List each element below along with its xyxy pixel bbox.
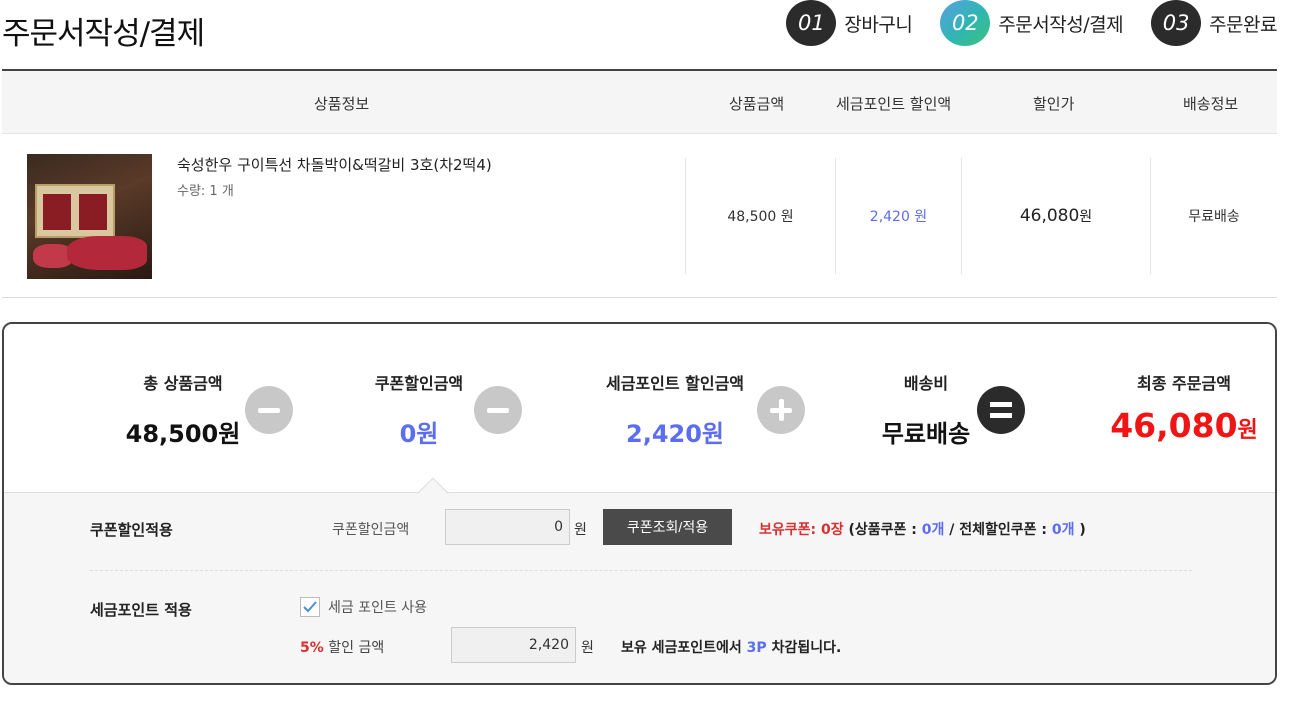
point-unit: 원 bbox=[581, 640, 594, 656]
step-label: 장바구니 bbox=[844, 13, 913, 36]
payment-summary: 총 상품금액 48,500원 쿠폰할인금액 0원 세금포인트 할인금액 2,42… bbox=[2, 322, 1277, 685]
point-pct: 5% bbox=[300, 640, 324, 656]
product-shipping: 무료배송 bbox=[1150, 158, 1277, 274]
summary-final: 최종 주문금액 46,080원 bbox=[1094, 370, 1274, 445]
summary-shipping-label: 배송비 bbox=[903, 374, 949, 393]
plus-icon bbox=[757, 386, 805, 434]
owned-coupon-label: 보유쿠폰: bbox=[759, 522, 817, 538]
step-number: 02 bbox=[940, 0, 991, 46]
header-product-info: 상품정보 bbox=[314, 95, 370, 113]
summary-totals: 총 상품금액 48,500원 쿠폰할인금액 0원 세금포인트 할인금액 2,42… bbox=[4, 324, 1275, 493]
sale-price-unit: 원 bbox=[1079, 209, 1093, 225]
summary-point-label: 세금포인트 할인금액 bbox=[605, 374, 745, 393]
summary-point-value: 2,420원 bbox=[626, 420, 724, 448]
summary-final-label: 최종 주문금액 bbox=[1137, 374, 1231, 393]
all-coupon-count: 0개 bbox=[1051, 522, 1075, 538]
table-header: 상품정보 상품금액 세금포인트 할인액 할인가 배송정보 bbox=[2, 71, 1277, 134]
coupon-unit: 원 bbox=[574, 522, 587, 538]
sale-price-value: 46,080 bbox=[1019, 206, 1080, 226]
minus-icon bbox=[245, 386, 293, 434]
point-deduct-note: 보유 세금포인트에서 3P 차감됩니다. bbox=[621, 637, 841, 657]
coupon-detail-sep: / 전체할인쿠폰 : bbox=[949, 522, 1048, 538]
point-use-label: 세금 포인트 사용 bbox=[328, 600, 428, 616]
equals-icon bbox=[977, 386, 1025, 434]
step-cart: 01 장바구니 bbox=[786, 0, 913, 46]
header-shipping: 배송정보 bbox=[1183, 95, 1239, 113]
discount-options: 쿠폰할인적용 쿠폰할인금액 0 원 쿠폰조회/적용 보유쿠폰: 0장 (상품쿠폰… bbox=[4, 477, 1275, 683]
minus-icon bbox=[474, 386, 522, 434]
point-pct-label: 5% 할인 금액 bbox=[300, 637, 384, 657]
product-coupon-count: 0개 bbox=[921, 522, 945, 538]
header-price: 상품금액 bbox=[729, 95, 785, 113]
point-amount-input[interactable]: 2,420 bbox=[451, 627, 576, 663]
step-order-form: 02 주문서작성/결제 bbox=[940, 0, 1124, 46]
divider bbox=[90, 570, 1192, 571]
final-amount: 46,080 bbox=[1110, 406, 1238, 445]
step-complete: 03 주문완료 bbox=[1151, 0, 1277, 46]
step-number: 03 bbox=[1151, 0, 1202, 46]
coupon-detail-close: ) bbox=[1079, 522, 1086, 538]
point-pct-text: 할인 금액 bbox=[328, 640, 385, 656]
header-sale-price: 할인가 bbox=[1033, 95, 1075, 113]
order-table: 상품정보 상품금액 세금포인트 할인액 할인가 배송정보 숙성한우 구이특선 차… bbox=[2, 69, 1277, 298]
step-label: 주문완료 bbox=[1209, 13, 1277, 36]
deduct-prefix: 보유 세금포인트에서 bbox=[621, 640, 742, 656]
owned-coupon-count: 0장 bbox=[821, 522, 844, 538]
step-label: 주문서작성/결제 bbox=[998, 13, 1124, 36]
point-use-checkbox-wrap[interactable]: 세금 포인트 사용 bbox=[300, 597, 427, 617]
check-icon bbox=[303, 601, 317, 613]
deduct-amount: 3P bbox=[746, 640, 767, 656]
summary-point: 세금포인트 할인금액 2,420원 bbox=[575, 370, 775, 449]
summary-shipping-value: 무료배송 bbox=[881, 420, 971, 448]
final-unit: 원 bbox=[1237, 418, 1258, 443]
summary-final-value: 46,080원 bbox=[1094, 406, 1274, 445]
owned-coupon-info: 보유쿠폰: 0장 (상품쿠폰 : 0개 / 전체할인쿠폰 : 0개 ) bbox=[759, 519, 1086, 539]
table-row: 숙성한우 구이특선 차돌박이&떡갈비 3호(차2떡4) 수량: 1 개 48,5… bbox=[2, 134, 1277, 298]
coupon-amount-label: 쿠폰할인금액 bbox=[332, 522, 410, 538]
summary-total-label: 총 상품금액 bbox=[143, 374, 223, 393]
summary-total-value: 48,500원 bbox=[125, 420, 241, 448]
coupon-lookup-button[interactable]: 쿠폰조회/적용 bbox=[603, 509, 732, 545]
summary-coupon: 쿠폰할인금액 0원 bbox=[344, 370, 494, 449]
product-thumbnail[interactable] bbox=[27, 154, 152, 279]
coupon-section-label: 쿠폰할인적용 bbox=[90, 521, 173, 539]
summary-coupon-label: 쿠폰할인금액 bbox=[374, 374, 464, 393]
product-point-discount: 2,420 원 bbox=[835, 158, 961, 274]
coupon-detail-open: (상품쿠폰 : bbox=[848, 522, 917, 538]
product-price: 48,500 원 bbox=[685, 158, 835, 274]
header-point-discount: 세금포인트 할인액 bbox=[836, 95, 952, 113]
point-use-checkbox[interactable] bbox=[300, 597, 320, 617]
point-section-label: 세금포인트 적용 bbox=[90, 601, 192, 619]
summary-total: 총 상품금액 48,500원 bbox=[108, 370, 258, 449]
coupon-amount-input[interactable]: 0 bbox=[445, 509, 570, 545]
product-sale-price: 46,080 원 bbox=[961, 158, 1150, 274]
summary-coupon-value: 0원 bbox=[399, 420, 439, 448]
step-number: 01 bbox=[786, 0, 837, 46]
product-name[interactable]: 숙성한우 구이특선 차돌박이&떡갈비 3호(차2떡4) bbox=[177, 154, 492, 175]
page-title: 주문서작성/결제 bbox=[2, 16, 205, 52]
product-quantity: 수량: 1 개 bbox=[177, 184, 234, 199]
order-steps: 01 장바구니 02 주문서작성/결제 03 주문완료 bbox=[786, 0, 1277, 46]
deduct-suffix: 차감됩니다. bbox=[771, 640, 842, 656]
